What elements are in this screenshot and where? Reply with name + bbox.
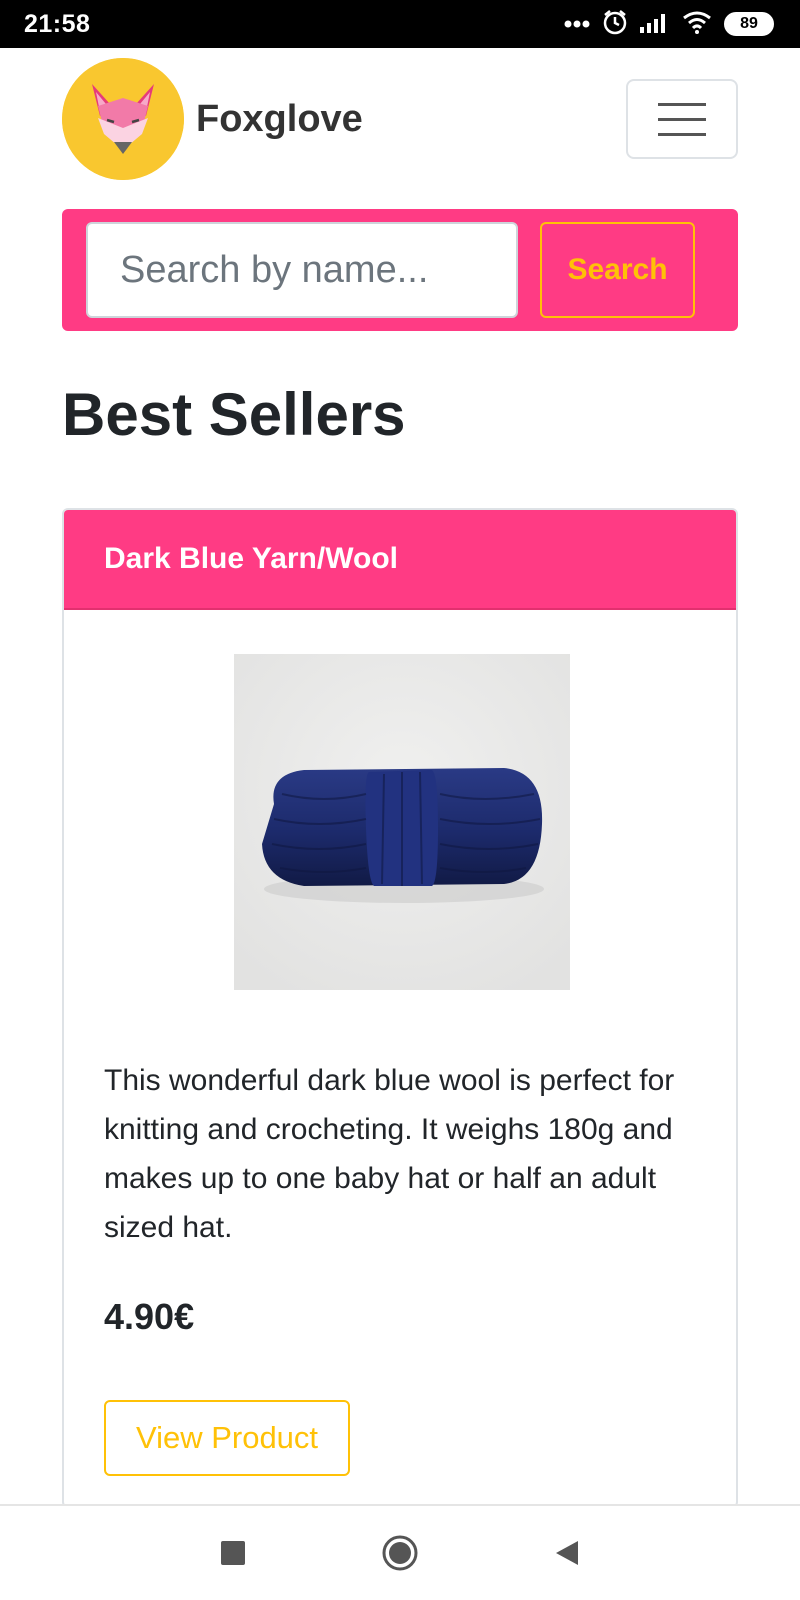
hamburger-menu-icon [658,102,706,106]
alarm-icon [602,9,628,40]
wifi-icon [682,10,712,39]
brand[interactable]: Foxglove [62,58,363,180]
product-description: This wonderful dark blue wool is perfect… [104,1064,675,1244]
more-dots-icon [564,15,590,33]
signal-icon [640,11,670,38]
fox-logo-icon[interactable] [62,58,184,180]
product-card: Dark Blue Yarn/Wool This wonderful dark … [62,508,738,1508]
navigation-bar [0,1504,800,1600]
hamburger-menu-icon-line [658,117,706,121]
search-button[interactable]: Search [540,222,695,318]
search-input[interactable] [86,222,518,318]
back-triangle-icon[interactable] [537,1523,597,1583]
home-circle-icon[interactable] [370,1523,430,1583]
site-header: Foxglove [62,58,738,180]
status-time: 21:58 [24,9,91,38]
search-bar: Search [62,209,738,331]
product-price: 4.90€ [104,1296,195,1337]
view-product-button[interactable]: View Product [104,1400,350,1476]
brand-name[interactable]: Foxglove [196,98,363,141]
status-bar: 21:58 89 [0,0,800,48]
menu-toggle-button[interactable] [626,79,738,159]
product-title: Dark Blue Yarn/Wool [104,542,398,575]
battery-icon: 89 [724,12,774,36]
recents-square-icon[interactable] [203,1523,263,1583]
page-title: Best Sellers [62,381,406,448]
product-image [234,654,570,990]
status-icons: 89 [564,9,774,40]
hamburger-menu-icon-line [658,132,706,136]
card-header: Dark Blue Yarn/Wool [64,510,736,610]
